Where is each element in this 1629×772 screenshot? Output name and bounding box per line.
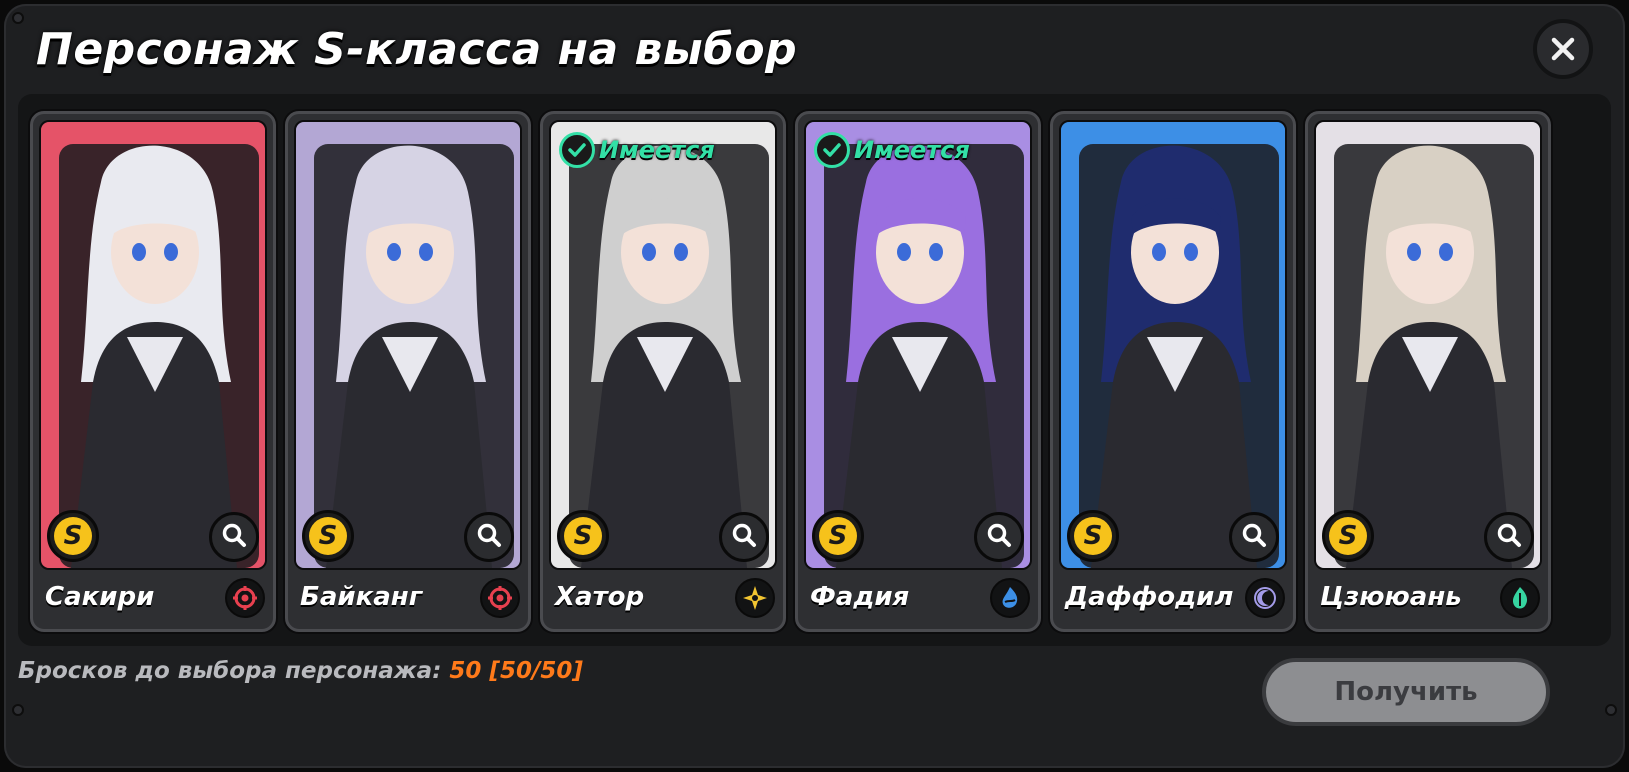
zoom-button[interactable]	[974, 512, 1024, 562]
magnifier-icon	[986, 522, 1012, 552]
dialog-title: Персонаж S-класса на выбор	[36, 24, 798, 75]
character-art	[1316, 122, 1540, 568]
character-name: Даффодил	[1065, 582, 1234, 612]
owned-badge: Имеется	[814, 132, 970, 168]
check-icon	[559, 132, 595, 168]
character-card[interactable]: Имеется S Хатор	[540, 111, 786, 632]
star-burst-icon	[735, 578, 775, 618]
zoom-button[interactable]	[719, 512, 769, 562]
owned-label: Имеется	[854, 136, 970, 164]
rank-s-icon: S	[302, 510, 354, 562]
magnifier-icon	[1241, 522, 1267, 552]
owned-label: Имеется	[599, 136, 715, 164]
leaf-drop-icon	[1500, 578, 1540, 618]
character-art	[806, 122, 1030, 568]
check-icon	[814, 132, 850, 168]
magnifier-icon	[731, 522, 757, 552]
close-button[interactable]	[1533, 19, 1593, 79]
rank-s-icon: S	[812, 510, 864, 562]
character-portrait[interactable]: S	[1059, 120, 1287, 570]
character-card[interactable]: S Цзююань	[1305, 111, 1551, 632]
character-name: Цзююань	[1320, 582, 1462, 612]
pity-label: Бросков до выбора персонажа:	[18, 658, 442, 684]
character-art	[41, 122, 265, 568]
target-crosshair-icon	[480, 578, 520, 618]
receive-button[interactable]: Получить	[1262, 658, 1550, 726]
rank-label: S	[1074, 517, 1112, 555]
water-flame-icon	[990, 578, 1030, 618]
rank-s-icon: S	[1067, 510, 1119, 562]
character-portrait[interactable]: Имеется S	[549, 120, 777, 570]
character-portrait[interactable]: S	[1314, 120, 1542, 570]
rank-s-icon: S	[1322, 510, 1374, 562]
character-portrait[interactable]: Имеется S	[804, 120, 1032, 570]
character-art	[551, 122, 775, 568]
rank-s-icon: S	[47, 510, 99, 562]
rivet	[12, 704, 24, 716]
character-name: Байканг	[300, 582, 423, 612]
character-card[interactable]: S Байканг	[285, 111, 531, 632]
character-portrait[interactable]: S	[39, 120, 267, 570]
target-crosshair-icon	[225, 578, 265, 618]
rank-label: S	[564, 517, 602, 555]
character-name: Хатор	[555, 582, 645, 612]
close-icon	[1551, 37, 1575, 61]
character-name: Сакири	[45, 582, 155, 612]
magnifier-icon	[221, 522, 247, 552]
zoom-button[interactable]	[464, 512, 514, 562]
pity-value: 50 [50/50]	[449, 658, 583, 684]
character-portrait[interactable]: S	[294, 120, 522, 570]
zoom-button[interactable]	[209, 512, 259, 562]
character-name: Фадия	[810, 582, 910, 612]
rank-label: S	[54, 517, 92, 555]
rank-s-icon: S	[557, 510, 609, 562]
character-card[interactable]: Имеется S Фадия	[795, 111, 1041, 632]
rank-label: S	[819, 517, 857, 555]
rank-label: S	[309, 517, 347, 555]
crescent-moon-icon	[1245, 578, 1285, 618]
zoom-button[interactable]	[1229, 512, 1279, 562]
magnifier-icon	[476, 522, 502, 552]
character-card[interactable]: S Сакири	[30, 111, 276, 632]
rivet	[12, 12, 24, 24]
character-art	[1061, 122, 1285, 568]
character-art	[296, 122, 520, 568]
zoom-button[interactable]	[1484, 512, 1534, 562]
magnifier-icon	[1496, 522, 1522, 552]
rivet	[1605, 704, 1617, 716]
character-card[interactable]: S Даффодил	[1050, 111, 1296, 632]
owned-badge: Имеется	[559, 132, 715, 168]
rank-label: S	[1329, 517, 1367, 555]
pity-counter: Бросков до выбора персонажа: 50 [50/50]	[18, 658, 583, 684]
